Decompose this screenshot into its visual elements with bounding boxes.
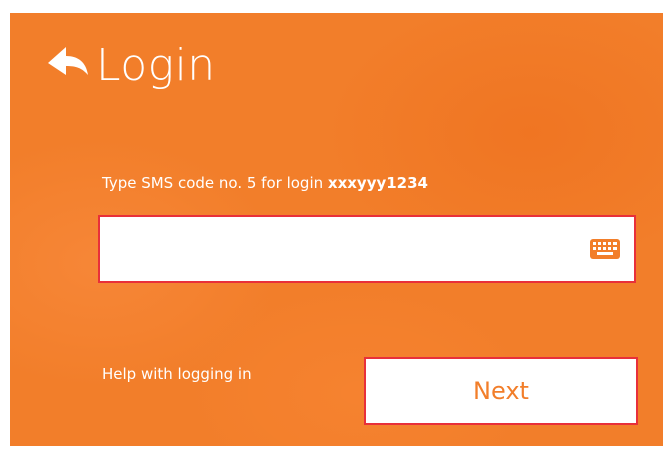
header: Login: [46, 35, 216, 95]
sms-code-prompt: Type SMS code no. 5 for login xxxyyy1234: [102, 174, 428, 192]
page-title: Login: [96, 39, 216, 91]
next-button[interactable]: Next: [364, 357, 638, 425]
keyboard-icon[interactable]: [590, 239, 620, 259]
sms-code-input[interactable]: [100, 217, 580, 281]
help-logging-in-link[interactable]: Help with logging in: [102, 365, 252, 383]
sms-code-field: [98, 215, 636, 283]
prompt-text: Type SMS code no. 5 for login: [102, 174, 328, 192]
back-arrow-icon[interactable]: [46, 45, 90, 85]
login-id: xxxyyy1234: [327, 174, 428, 192]
login-panel: Login Type SMS code no. 5 for login xxxy…: [10, 13, 663, 446]
